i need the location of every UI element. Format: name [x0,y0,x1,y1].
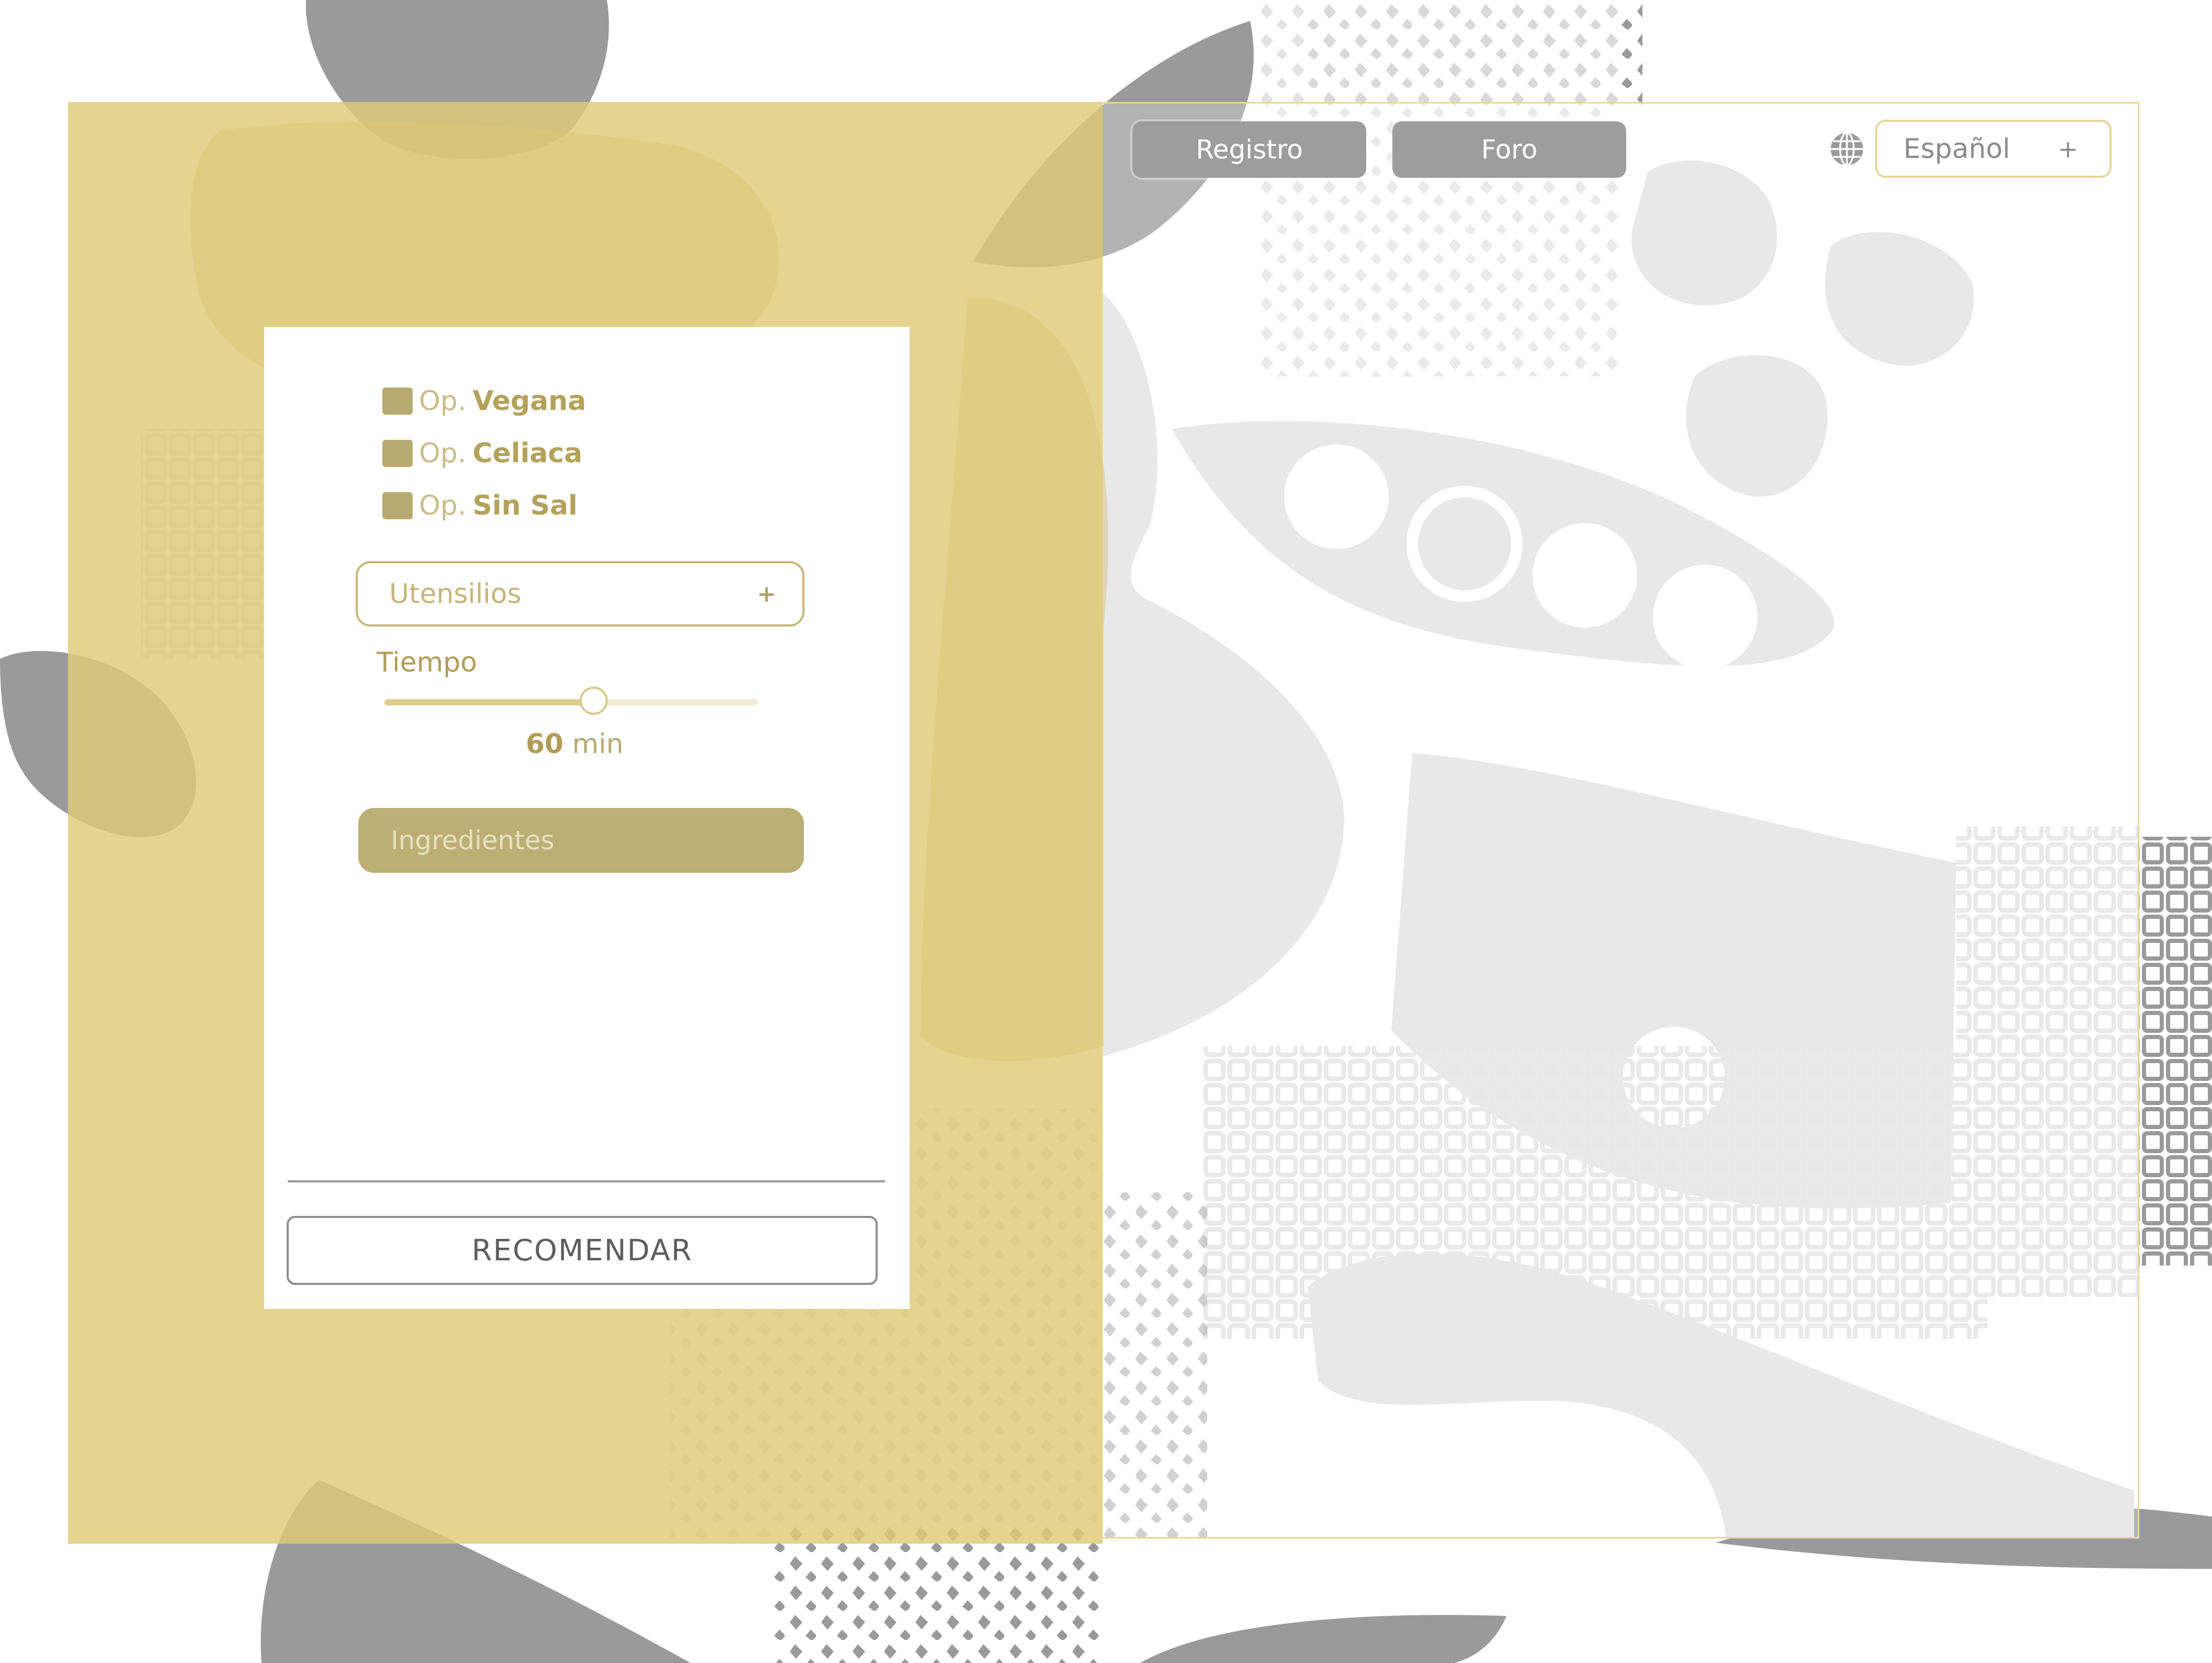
option-prefix: Op. [419,490,467,521]
utensilios-label: Utensilios [389,578,521,610]
checkbox[interactable] [382,440,413,467]
option-vegana[interactable]: Op. Vegana [382,384,586,418]
foro-button[interactable]: Foro [1392,121,1626,178]
language-select[interactable]: Español + [1875,120,2112,178]
tiempo-value: 60 min [526,728,623,760]
ingredientes-input[interactable]: Ingredientes [358,808,804,873]
tiempo-unit: min [572,728,623,760]
option-name: Sin Sal [472,490,578,521]
globe-icon [1831,132,1863,166]
recipe-filter-card: Op. Vegana Op. Celiaca Op. Sin Sal Utens… [264,327,910,1309]
option-prefix: Op. [419,438,467,469]
content-frame [1103,102,2139,1539]
ingredientes-placeholder: Ingredientes [391,825,554,856]
slider-fill [384,699,594,705]
checkbox[interactable] [382,388,413,415]
registro-button[interactable]: Registro [1132,121,1366,178]
option-name: Celiaca [472,438,583,469]
option-name: Vegana [472,385,586,417]
checkbox[interactable] [382,492,413,519]
expand-plus-icon: + [757,580,776,607]
divider [288,1180,885,1182]
tiempo-slider[interactable] [384,687,758,715]
option-sin-sal[interactable]: Op. Sin Sal [382,489,577,522]
recomendar-button[interactable]: RECOMENDAR [287,1216,878,1285]
tiempo-number: 60 [526,728,564,760]
utensilios-dropdown[interactable]: Utensilios + [356,561,804,627]
slider-thumb[interactable] [579,687,608,715]
expand-plus-icon: + [2058,134,2078,163]
option-celiaca[interactable]: Op. Celiaca [382,437,583,470]
language-current: Español [1903,133,2011,165]
option-prefix: Op. [419,385,467,417]
tiempo-label: Tiempo [377,647,478,678]
